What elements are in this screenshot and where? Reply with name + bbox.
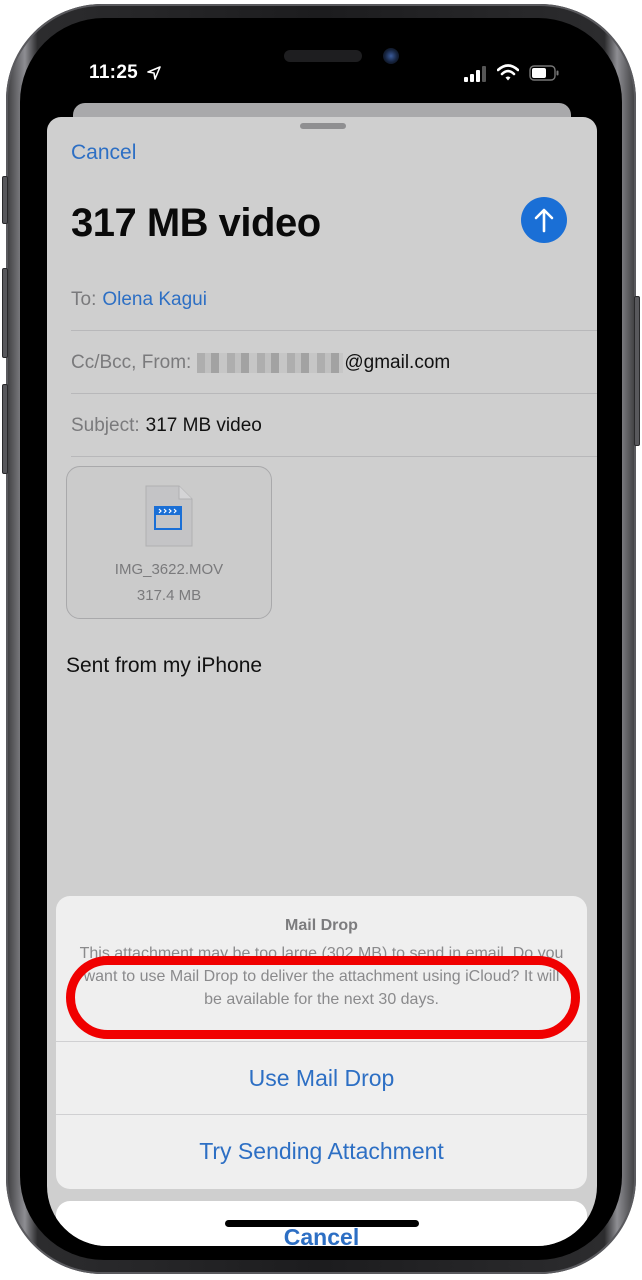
compose-sheet: Cancel 317 MB video To: Olena Kagui Cc/B… (47, 117, 597, 1246)
home-indicator[interactable] (225, 1220, 419, 1227)
send-button[interactable] (521, 197, 567, 243)
use-mail-drop-button[interactable]: Use Mail Drop (56, 1042, 587, 1115)
compose-cancel-button[interactable]: Cancel (71, 141, 136, 165)
compose-title: 317 MB video (71, 201, 321, 245)
earpiece-speaker (284, 50, 362, 62)
attachment-filename: IMG_3622.MOV (114, 561, 224, 578)
to-label: To: (71, 288, 97, 310)
from-email-domain: @gmail.com (344, 351, 451, 373)
screen: 11:25 Cancel 317 MB video To: Olena Kagu… (47, 36, 597, 1246)
action-sheet-message: This attachment may be too large (302 MB… (79, 945, 564, 1008)
mail-drop-action-sheet: Mail Drop This attachment may be too lar… (56, 896, 587, 1189)
subject-label: Subject: (71, 414, 140, 436)
redacted-email-username (197, 352, 344, 373)
arrow-up-icon (534, 208, 554, 233)
subject-value[interactable]: 317 MB video (146, 415, 262, 437)
attachment-size: 317.4 MB (136, 587, 202, 604)
status-time: 11:25 (89, 62, 139, 83)
try-sending-attachment-button[interactable]: Try Sending Attachment (56, 1115, 587, 1188)
location-arrow-icon (147, 66, 161, 80)
side-button (634, 296, 640, 446)
volume-down-button (2, 384, 8, 474)
attachment-card[interactable]: IMG_3622.MOV 317.4 MB (66, 466, 272, 619)
mute-switch (2, 176, 8, 224)
video-file-icon (145, 485, 193, 547)
subject-field[interactable]: Subject: 317 MB video (71, 395, 597, 457)
recipient-token[interactable]: Olena Kagui (102, 289, 207, 311)
cc-bcc-from-label: Cc/Bcc, From: (71, 351, 192, 373)
volume-up-button (2, 268, 8, 358)
action-sheet-cancel-label: Cancel (283, 1224, 360, 1246)
to-field[interactable]: To: Olena Kagui (71, 269, 597, 331)
cellular-signal-icon (464, 66, 486, 82)
sheet-grabber[interactable] (300, 123, 346, 129)
message-body[interactable]: Sent from my iPhone (66, 654, 262, 678)
battery-icon (529, 65, 559, 81)
action-sheet-title: Mail Drop (285, 917, 358, 934)
cc-bcc-from-field[interactable]: Cc/Bcc, From: @gmail.com (71, 332, 597, 394)
front-camera (383, 48, 399, 64)
action-sheet-header: Mail Drop This attachment may be too lar… (56, 896, 587, 1042)
wifi-icon (497, 64, 519, 81)
